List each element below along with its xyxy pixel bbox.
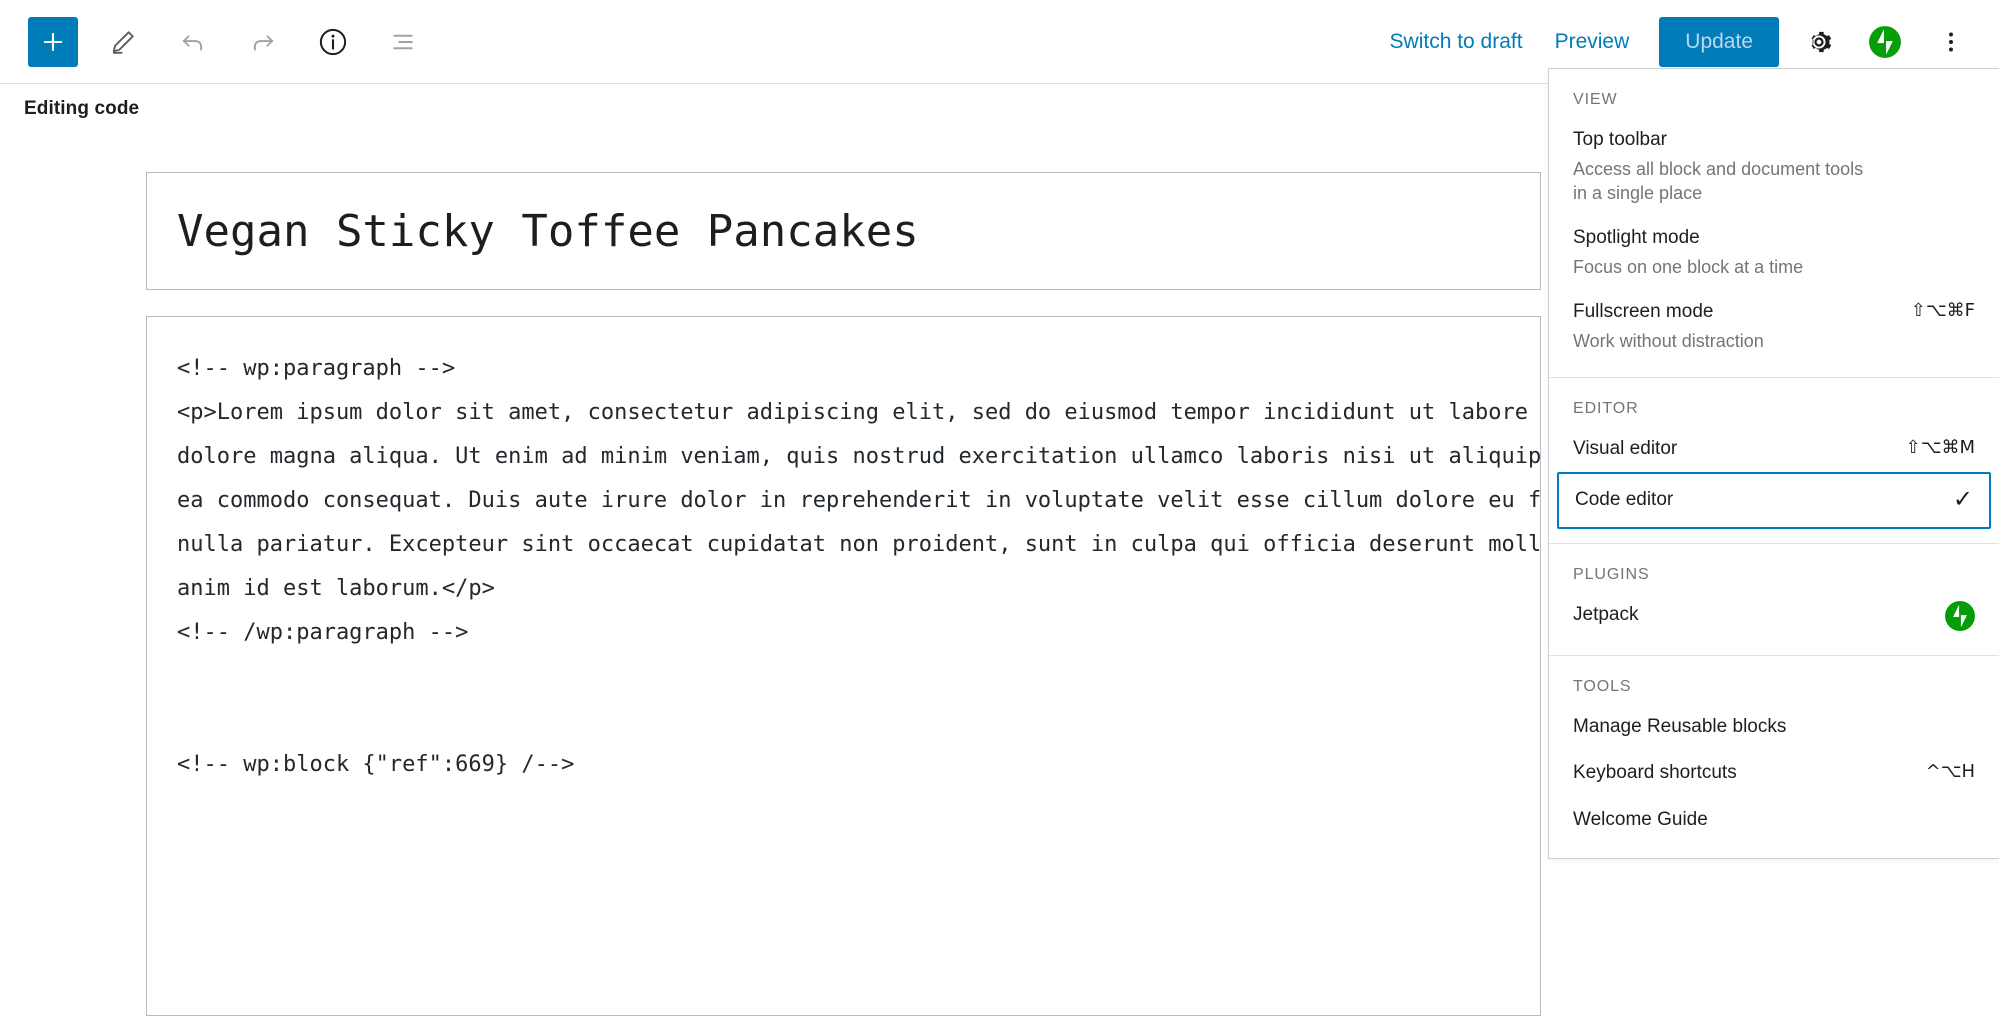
checkmark-icon: ✓ [1952,486,1973,514]
menu-group-plugins: Plugins Jetpack [1549,544,1999,656]
menu-item-visual-editor[interactable]: Visual editor ⇧⌥⌘M [1549,426,1999,473]
menu-group-view: View Top toolbar Access all block and do… [1549,69,1999,378]
menu-item-label: Top toolbar [1573,129,1668,150]
jetpack-button[interactable] [1859,16,1911,68]
menu-item-code-editor[interactable]: Code editor ✓ [1557,472,1991,529]
undo-icon [182,34,203,51]
code-line: <!-- wp:block {"ref":669} /--> [177,752,575,777]
post-title-input[interactable]: Vegan Sticky Toffee Pancakes [146,172,1541,290]
ellipsis-vertical-icon [1949,32,1953,51]
gear-icon [1811,31,1832,52]
menu-item-jetpack[interactable]: Jetpack [1549,592,1999,641]
preview-button[interactable]: Preview [1539,21,1646,62]
menu-group-tools: Tools Manage Reusable blocks Keyboard sh… [1549,656,1999,858]
menu-item-top-toolbar[interactable]: Top toolbar Access all block and documen… [1549,117,1999,215]
jetpack-icon [1869,25,1901,58]
menu-item-description: Focus on one block at a time [1573,256,1804,277]
menu-item-content: Top toolbar Access all block and documen… [1573,126,1975,205]
menu-item-label: Spotlight mode [1573,227,1700,249]
menu-item-content: Fullscreen mode Work without distraction [1573,298,1899,353]
edit-tool-button[interactable] [98,17,148,67]
redo-icon [253,34,274,51]
pencil-icon [112,30,134,54]
more-options-button[interactable] [1925,16,1977,68]
menu-item-content: Manage Reusable blocks [1573,713,1975,741]
code-line: <!-- /wp:paragraph --> [177,620,469,645]
block-inserter-button[interactable] [28,16,78,67]
undo-button[interactable] [168,17,218,67]
menu-item-label: Manage Reusable blocks [1573,715,1787,737]
code-line: ea commodo consequat. Duis aute irure do… [177,488,1541,513]
menu-item-content: Jetpack [1573,601,1933,629]
menu-item-description: Work without distraction [1573,330,1764,351]
update-button[interactable]: Update [1659,16,1779,67]
editing-mode-label: Editing code [24,98,140,119]
menu-item-content: Code editor [1575,486,1941,514]
menu-group-editor: Editor Visual editor ⇧⌥⌘M Code editor ✓ [1549,378,1999,544]
jetpack-icon [1945,600,1975,631]
menu-item-manage-reusable-blocks[interactable]: Manage Reusable blocks [1549,704,1999,751]
code-editor-area: Vegan Sticky Toffee Pancakes <!-- wp:par… [146,172,1541,1016]
menu-item-shortcut: ^⌥H [1925,761,1975,783]
plus-icon [43,32,63,51]
menu-item-content: Spotlight mode Focus on one block at a t… [1573,224,1975,279]
menu-item-label: Fullscreen mode [1573,300,1714,322]
code-line: <p>Lorem ipsum dolor sit amet, consectet… [177,400,1541,425]
menu-item-label: Keyboard shortcuts [1573,762,1737,784]
menu-item-content: Welcome Guide [1573,806,1975,834]
header-right-actions: Switch to draft Preview Update [1374,16,1999,68]
menu-item-label: Visual editor [1573,437,1678,459]
menu-group-label: View [1573,91,1618,108]
code-line: nulla pariatur. Excepteur sint occaecat … [177,532,1541,557]
header-left-tools [0,16,428,67]
post-content-code-textarea[interactable]: <!-- wp:paragraph --> <p>Lorem ipsum dol… [146,316,1541,1016]
list-view-icon [393,34,413,49]
list-view-button[interactable] [378,17,428,67]
menu-item-welcome-guide[interactable]: Welcome Guide [1549,797,1999,844]
info-icon [319,28,347,55]
jetpack-glyph-icon [1945,601,1975,630]
menu-group-label: Editor [1573,399,1639,417]
code-line: anim id est laborum.</p> [177,576,495,601]
menu-item-content: Visual editor [1573,435,1894,463]
menu-item-shortcut: ⇧⌥⌘F [1910,299,1975,321]
code-line: dolore magna aliqua. Ut enim ad minim ve… [177,444,1541,469]
menu-item-spotlight-mode[interactable]: Spotlight mode Focus on one block at a t… [1549,215,1999,289]
menu-item-label: Welcome Guide [1573,809,1708,831]
menu-item-description: Access all block and document tools in a… [1573,158,1864,203]
more-options-menu: View Top toolbar Access all block and do… [1548,68,1999,859]
details-button[interactable] [308,17,358,67]
post-title-text: Vegan Sticky Toffee Pancakes [177,205,919,257]
menu-item-label: Code editor [1575,489,1674,511]
redo-button[interactable] [238,17,288,67]
menu-item-label: Jetpack [1573,603,1639,625]
menu-item-content: Keyboard shortcuts [1573,759,1914,787]
menu-item-fullscreen-mode[interactable]: Fullscreen mode Work without distraction… [1549,289,1999,363]
menu-item-keyboard-shortcuts[interactable]: Keyboard shortcuts ^⌥H [1549,750,1999,797]
code-line: <!-- wp:paragraph --> [177,356,456,381]
menu-group-label: Tools [1573,677,1632,695]
menu-group-label: Plugins [1573,565,1650,583]
settings-button[interactable] [1793,16,1845,68]
menu-item-shortcut: ⇧⌥⌘M [1905,436,1975,458]
switch-to-draft-button[interactable]: Switch to draft [1374,21,1539,62]
